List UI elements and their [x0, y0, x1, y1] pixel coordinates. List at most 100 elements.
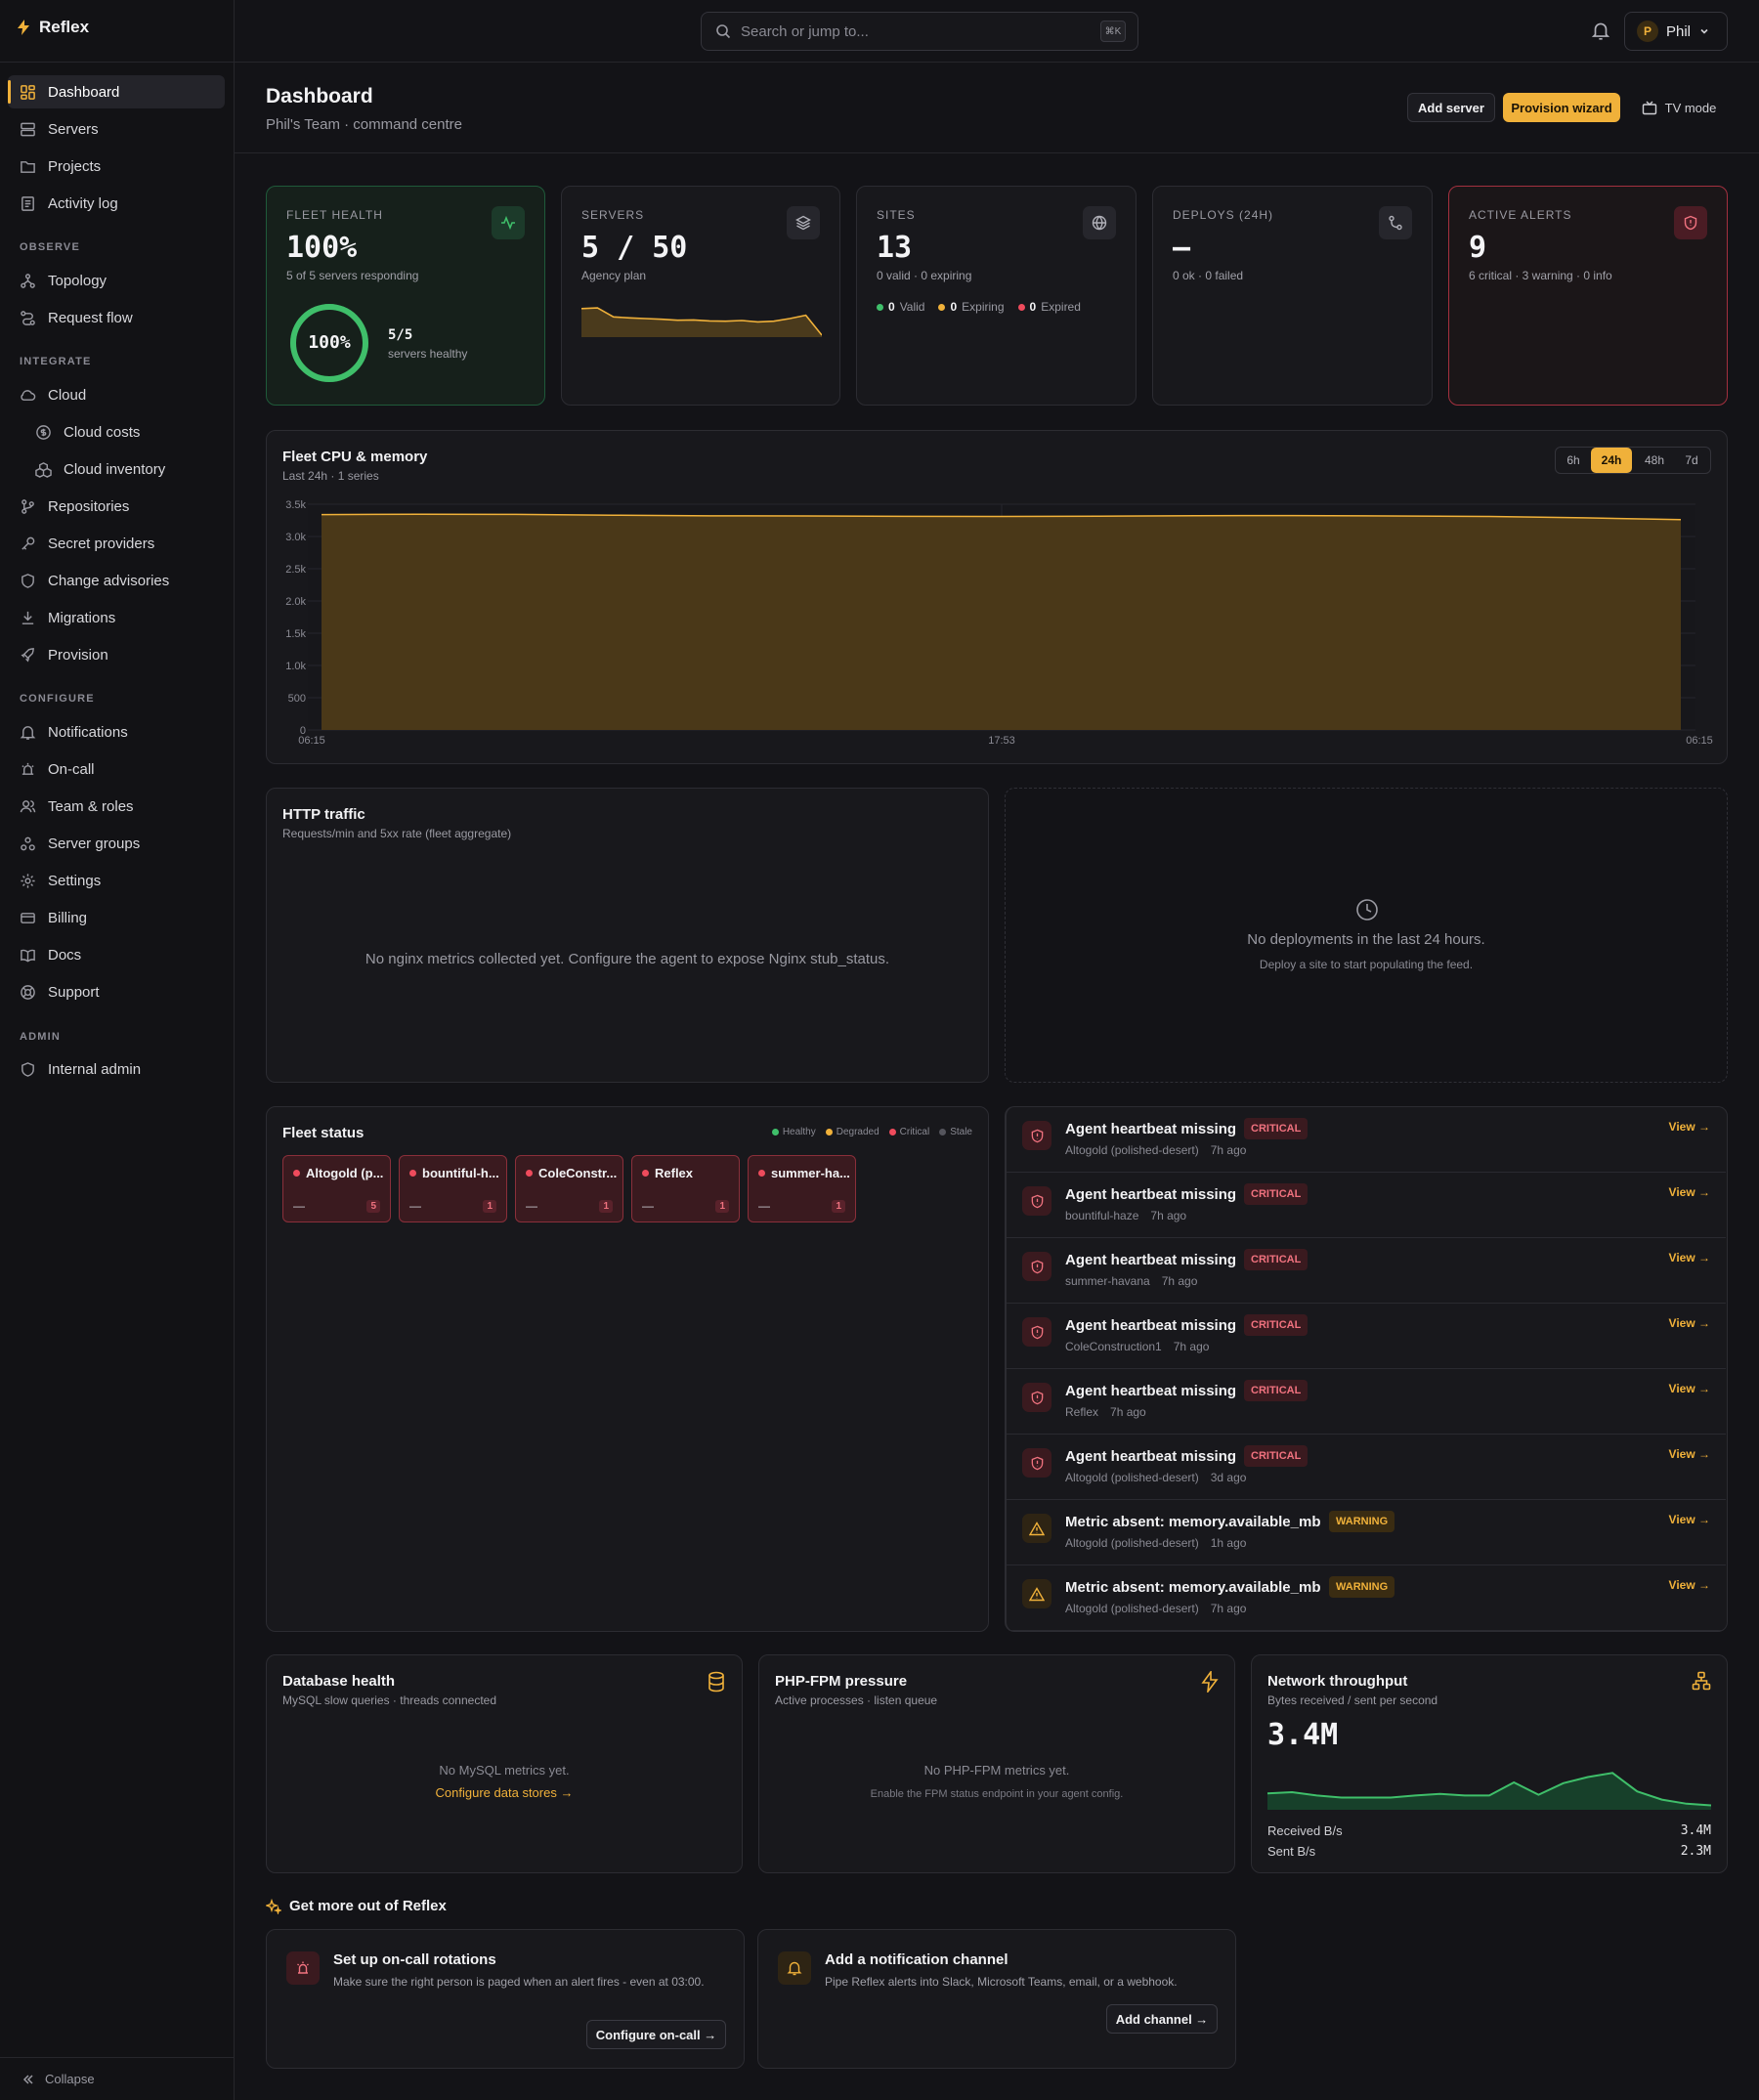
- view-alert-link[interactable]: View →: [1669, 1251, 1710, 1264]
- kpi-icon: [492, 206, 525, 239]
- server-tile[interactable]: ColeConstr... — 1: [515, 1155, 623, 1222]
- card-title: HTTP traffic: [282, 806, 365, 823]
- sidebar-item-migrations[interactable]: Migrations: [8, 601, 225, 634]
- view-alert-link[interactable]: View →: [1669, 1120, 1710, 1134]
- alert-row[interactable]: Metric absent: memory.available_mb Altogo…: [1007, 1565, 1726, 1631]
- severity-badge: WARNING: [1329, 1576, 1395, 1598]
- alert-row[interactable]: Agent heartbeat missing ColeConstruction1…: [1007, 1304, 1726, 1369]
- deploys-card[interactable]: DEPLOYS (24H) — 0 ok · 0 failed: [1152, 186, 1433, 406]
- view-alert-link[interactable]: View →: [1669, 1382, 1710, 1395]
- range-6h[interactable]: 6h: [1559, 448, 1588, 473]
- server-tile[interactable]: summer-ha... — 1: [748, 1155, 856, 1222]
- add-channel-button[interactable]: Add channel →: [1106, 2004, 1218, 2034]
- configure-data-stores-link[interactable]: Configure data stores →: [267, 1785, 742, 1800]
- sidebar-item-label: Change advisories: [48, 572, 170, 589]
- sidebar-item-server-groups[interactable]: Server groups: [8, 827, 225, 860]
- server-name: summer-ha...: [771, 1166, 850, 1180]
- x-tick-label: 06:15: [298, 735, 325, 747]
- server-tile[interactable]: Altogold (p... — 5: [282, 1155, 391, 1222]
- view-alert-link[interactable]: View →: [1669, 1447, 1710, 1461]
- sidebar-item-label: Internal admin: [48, 1060, 142, 1078]
- alert-meta: Reflex 7h ago: [1065, 1405, 1146, 1419]
- kpi-icon: [1379, 206, 1412, 239]
- tv-mode-button[interactable]: TV mode: [1628, 93, 1730, 122]
- shield-alert-icon: [1031, 1325, 1043, 1339]
- configure-oncall-button[interactable]: Configure on-call →: [586, 2020, 726, 2049]
- sidebar-item-label: Support: [48, 983, 100, 1001]
- card-subtitle: MySQL slow queries · threads connected: [282, 1693, 496, 1707]
- alert-age: 7h ago: [1110, 1405, 1146, 1419]
- sidebar-item-settings[interactable]: Settings: [8, 864, 225, 897]
- fleet-health-card[interactable]: FLEET HEALTH 100% 5 of 5 servers respond…: [266, 186, 545, 406]
- brand[interactable]: Reflex: [16, 18, 89, 37]
- sidebar-item-provision[interactable]: Provision: [8, 638, 225, 671]
- range-24h[interactable]: 24h: [1591, 448, 1632, 473]
- sidebar-item-secret-providers[interactable]: Secret providers: [8, 527, 225, 560]
- view-alert-link[interactable]: View →: [1669, 1316, 1710, 1330]
- sidebar-item-repositories[interactable]: Repositories: [8, 490, 225, 523]
- sidebar-item-team-roles[interactable]: Team & roles: [8, 790, 225, 823]
- bell-icon: [1591, 22, 1610, 40]
- sidebar-item-support[interactable]: Support: [8, 975, 225, 1008]
- promo-body: Make sure the right person is paged when…: [333, 1975, 705, 1989]
- alert-title: Metric absent: memory.available_mb: [1065, 1514, 1321, 1530]
- sidebar-item-topology[interactable]: Topology: [8, 264, 225, 297]
- alert-row[interactable]: Agent heartbeat missing bountiful-haze 7h …: [1007, 1173, 1726, 1238]
- alert-server: Altogold (polished-desert): [1065, 1602, 1199, 1615]
- collapse-button[interactable]: Collapse: [0, 2057, 234, 2100]
- kpi-icon: [1674, 206, 1707, 239]
- globe-icon: [1092, 215, 1107, 231]
- sidebar-item-activity-log[interactable]: Activity log: [8, 187, 225, 220]
- sidebar-item-cloud-inventory[interactable]: Cloud inventory: [23, 452, 225, 486]
- search-input[interactable]: Search or jump to... ⌘K: [701, 12, 1138, 51]
- sites-card[interactable]: SITES 13 0 valid · 0 expiring 0 Valid 0 Ex…: [856, 186, 1137, 406]
- sidebar-item-projects[interactable]: Projects: [8, 150, 225, 183]
- sidebar-item-docs[interactable]: Docs: [8, 938, 225, 971]
- credit-card-icon: [21, 912, 35, 923]
- sidebar-item-billing[interactable]: Billing: [8, 901, 225, 934]
- alert-meta: Altogold (polished-desert) 7h ago: [1065, 1602, 1246, 1615]
- alert-row[interactable]: Agent heartbeat missing Altogold (polishe…: [1007, 1435, 1726, 1500]
- sidebar-item-request-flow[interactable]: Request flow: [8, 301, 225, 334]
- alert-row[interactable]: Agent heartbeat missing Reflex 7h ago View …: [1007, 1369, 1726, 1435]
- sidebar-item-change-advisories[interactable]: Change advisories: [8, 564, 225, 597]
- server-tile[interactable]: Reflex — 1: [631, 1155, 740, 1222]
- alert-title: Agent heartbeat missing: [1065, 1252, 1237, 1268]
- group-icon: [21, 836, 35, 850]
- sidebar-item-cloud[interactable]: Cloud: [8, 378, 225, 411]
- alert-meta: bountiful-haze 7h ago: [1065, 1209, 1186, 1222]
- siren-icon: [297, 1961, 309, 1974]
- empty-title: No deployments in the last 24 hours.: [1247, 931, 1485, 948]
- sidebar-item-notifications[interactable]: Notifications: [8, 715, 225, 749]
- alert-icon: [1022, 1121, 1051, 1150]
- sidebar-item-label: Team & roles: [48, 797, 134, 815]
- provision-wizard-button[interactable]: Provision wizard: [1503, 93, 1620, 122]
- sent-value: 2.3M: [1680, 1844, 1711, 1859]
- view-alert-link[interactable]: View →: [1669, 1185, 1710, 1199]
- servers-card[interactable]: SERVERS 5 / 50 Agency plan: [561, 186, 840, 406]
- user-menu[interactable]: P Phil: [1624, 12, 1728, 51]
- active-alerts-card[interactable]: ACTIVE ALERTS 9 6 critical · 3 warning ·…: [1448, 186, 1728, 406]
- range-7d[interactable]: 7d: [1677, 448, 1706, 473]
- alert-row[interactable]: Metric absent: memory.available_mb Altogo…: [1007, 1500, 1726, 1565]
- network-throughput-card: Network throughput Bytes received / sent…: [1251, 1654, 1728, 1873]
- x-tick-label: 17:53: [988, 735, 1015, 747]
- view-alert-link[interactable]: View →: [1669, 1513, 1710, 1526]
- alert-row[interactable]: Agent heartbeat missing summer-havana 7h a…: [1007, 1238, 1726, 1304]
- alert-row[interactable]: Agent heartbeat missing Altogold (polishe…: [1007, 1107, 1726, 1173]
- empty-state: No nginx metrics collected yet. Configur…: [365, 951, 890, 967]
- notifications-button[interactable]: [1591, 20, 1610, 41]
- sidebar-item-internal-admin[interactable]: Internal admin: [8, 1052, 225, 1086]
- range-48h[interactable]: 48h: [1636, 448, 1673, 473]
- sidebar-item-dashboard[interactable]: Dashboard: [8, 75, 225, 108]
- sidebar-item-servers[interactable]: Servers: [8, 112, 225, 146]
- kpi-value: 5 / 50: [581, 231, 688, 265]
- view-alert-link[interactable]: View →: [1669, 1578, 1710, 1592]
- sidebar-item-cloud-costs[interactable]: Cloud costs: [23, 415, 225, 449]
- status-dot: [758, 1170, 765, 1177]
- server-tile[interactable]: bountiful-h... — 1: [399, 1155, 507, 1222]
- add-server-button[interactable]: Add server: [1407, 93, 1495, 122]
- server-name: Altogold (p...: [306, 1166, 384, 1180]
- sidebar-item-on-call[interactable]: On-call: [8, 752, 225, 786]
- sidebar-item-label: Cloud: [48, 386, 87, 404]
